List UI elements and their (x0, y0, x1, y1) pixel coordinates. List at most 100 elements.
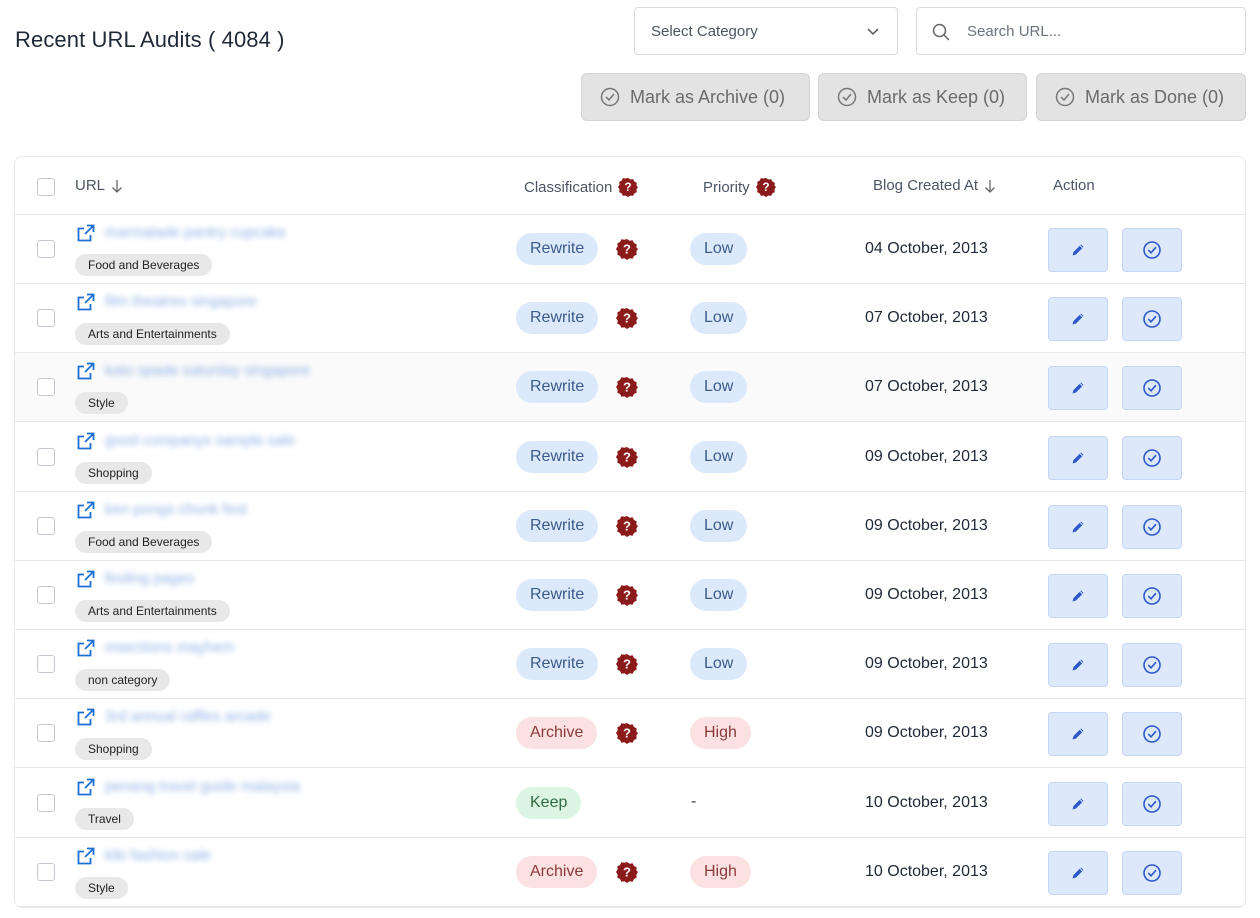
help-badge-icon[interactable]: ? (616, 584, 638, 606)
blog-created-date: 09 October, 2013 (865, 447, 988, 465)
mark-done-row-button[interactable] (1122, 574, 1182, 618)
category-select[interactable]: Select Category (634, 7, 898, 55)
search-box (916, 7, 1246, 55)
external-link-icon[interactable] (77, 501, 95, 519)
blog-created-date: 09 October, 2013 (865, 724, 988, 742)
mark-done-row-button[interactable] (1122, 504, 1182, 549)
classification-badge: Rewrite (516, 648, 599, 681)
mark-done-row-button[interactable] (1122, 435, 1182, 480)
row-checkbox[interactable] (37, 447, 55, 466)
edit-button[interactable] (1048, 781, 1108, 826)
help-badge-icon[interactable]: ? (755, 177, 776, 197)
svg-text:?: ? (762, 180, 769, 194)
url-link[interactable]: 3rd annual raffles arcade (105, 708, 271, 725)
url-link[interactable]: kiki fashion sale (105, 847, 211, 864)
mark-done-row-button[interactable] (1122, 712, 1182, 757)
help-badge-icon[interactable]: ? (616, 515, 638, 537)
row-checkbox[interactable] (37, 793, 55, 812)
url-link[interactable]: ken pongs chunk fest (105, 501, 247, 518)
check-circle-icon (1143, 794, 1161, 813)
url-link[interactable]: msections mayhem (105, 639, 234, 656)
pencil-icon (1072, 659, 1084, 671)
help-badge-icon[interactable]: ? (618, 177, 639, 197)
search-input[interactable] (967, 22, 1227, 40)
edit-button[interactable] (1048, 297, 1108, 342)
column-action: Action (1053, 177, 1095, 194)
column-blog-created-at[interactable]: Blog Created At (873, 177, 996, 194)
mark-done-row-button[interactable] (1122, 643, 1182, 688)
mark-keep-button[interactable]: Mark as Keep (0) (818, 73, 1027, 121)
external-link-icon[interactable] (77, 639, 95, 657)
help-badge-icon[interactable]: ? (616, 307, 638, 330)
external-link-icon[interactable] (77, 778, 95, 796)
help-badge-icon[interactable]: ? (616, 446, 638, 468)
category-tag: Style (75, 876, 128, 899)
table-row: 3rd annual raffles arcade Shopping Archive… (15, 699, 1245, 769)
help-badge-icon[interactable]: ? (616, 238, 638, 260)
help-badge-icon[interactable]: ? (616, 653, 638, 676)
edit-button[interactable] (1048, 850, 1108, 895)
pencil-icon (1072, 590, 1084, 602)
url-link[interactable]: penang travel guide malaysia (105, 778, 300, 795)
external-link-icon[interactable] (77, 432, 95, 450)
pencil-icon (1072, 313, 1084, 325)
external-link-icon[interactable] (77, 570, 95, 588)
mark-archive-button[interactable]: Mark as Archive (0) (581, 73, 810, 121)
edit-button[interactable] (1048, 366, 1108, 411)
category-tag: Travel (75, 807, 134, 830)
priority-badge: Low (690, 509, 748, 542)
row-checkbox[interactable] (37, 724, 55, 743)
category-tag: Arts and Entertainments (75, 600, 230, 622)
blog-created-date: 09 October, 2013 (865, 586, 988, 603)
row-checkbox[interactable] (37, 655, 55, 674)
external-link-icon[interactable] (77, 847, 95, 865)
edit-button[interactable] (1048, 574, 1108, 618)
priority-badge: Low (690, 371, 748, 404)
external-link-icon[interactable] (77, 224, 95, 242)
table-row: kiki fashion sale Style Archive? High 10 Oct… (15, 838, 1245, 907)
mark-done-row-button[interactable] (1122, 228, 1182, 272)
external-link-icon[interactable] (77, 708, 95, 726)
priority-badge: Low (690, 648, 748, 681)
edit-button[interactable] (1048, 228, 1108, 272)
search-icon (932, 23, 950, 41)
url-link[interactable]: finding pages (105, 570, 194, 587)
check-circle-icon (1143, 379, 1161, 398)
check-circle-icon (1143, 587, 1161, 605)
svg-text:?: ? (623, 518, 631, 533)
mark-done-row-button[interactable] (1122, 366, 1182, 411)
external-link-icon[interactable] (77, 293, 95, 311)
row-checkbox[interactable] (37, 586, 55, 604)
edit-button[interactable] (1048, 712, 1108, 757)
mark-done-button[interactable]: Mark as Done (0) (1036, 73, 1246, 121)
row-checkbox[interactable] (37, 240, 55, 258)
classification-badge: Archive (516, 717, 598, 750)
column-url[interactable]: URL (75, 177, 123, 194)
edit-button[interactable] (1048, 643, 1108, 688)
row-checkbox[interactable] (37, 862, 55, 881)
mark-done-row-button[interactable] (1122, 297, 1182, 342)
url-link[interactable]: kato spade saturday singapore (105, 362, 310, 379)
url-link[interactable]: good companys sample sale (105, 432, 295, 449)
check-circle-icon (1143, 310, 1161, 328)
mark-done-row-button[interactable] (1122, 781, 1182, 826)
select-all-checkbox[interactable] (37, 178, 55, 196)
blog-created-date: 10 October, 2013 (865, 862, 988, 880)
svg-text:?: ? (623, 242, 631, 257)
url-link[interactable]: film theatres singapore (105, 293, 257, 310)
mark-done-row-button[interactable] (1122, 850, 1182, 895)
row-checkbox[interactable] (37, 309, 55, 328)
edit-button[interactable] (1048, 435, 1108, 480)
row-checkbox[interactable] (37, 516, 55, 535)
help-badge-icon[interactable]: ? (616, 722, 638, 745)
help-badge-icon[interactable]: ? (616, 861, 638, 883)
svg-text:?: ? (623, 864, 631, 879)
table-row: good companys sample sale Shopping Rewrite… (15, 423, 1245, 492)
help-badge-icon[interactable]: ? (616, 376, 638, 399)
edit-button[interactable] (1048, 504, 1108, 549)
svg-text:?: ? (625, 180, 632, 194)
row-checkbox[interactable] (37, 378, 55, 397)
external-link-icon[interactable] (77, 362, 95, 380)
url-link[interactable]: marmalade pantry cupcake (105, 224, 286, 241)
arrow-down-icon (112, 179, 122, 193)
